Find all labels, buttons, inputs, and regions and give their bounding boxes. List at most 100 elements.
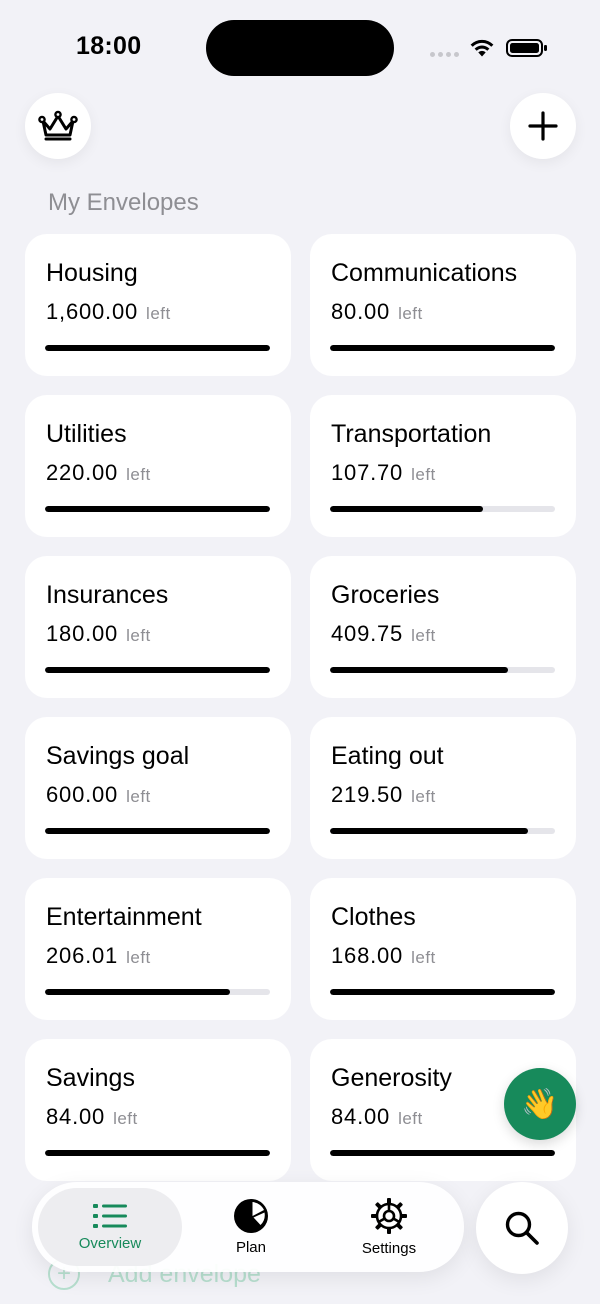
envelope-name: Savings goal: [46, 742, 190, 770]
envelope-progress-fill: [45, 506, 270, 512]
envelope-card[interactable]: Groceries 409.75 left: [310, 556, 576, 698]
tab-plan-label: Plan: [235, 1239, 266, 1256]
envelope-card[interactable]: Communications 80.00 left: [310, 234, 576, 376]
envelope-amount-row: 168.00 left: [331, 943, 555, 971]
search-button[interactable]: [476, 1182, 568, 1274]
envelope-name: Utilities: [46, 420, 127, 448]
tab-plan[interactable]: Plan: [182, 1188, 320, 1266]
envelope-amount-row: 220.00 left: [46, 460, 270, 488]
envelope-progress-fill: [45, 667, 270, 673]
pie-chart-icon: [233, 1199, 268, 1233]
envelope-amount: 80.00: [331, 299, 391, 324]
envelope-left-label: left: [411, 465, 436, 484]
envelope-amount: 409.75: [331, 621, 404, 646]
envelope-card[interactable]: Eating out 219.50 left: [310, 717, 576, 859]
envelope-left-label: left: [398, 304, 423, 323]
tab-bar: Overview Plan Settings: [32, 1182, 464, 1272]
envelope-amount: 84.00: [331, 1104, 391, 1129]
envelope-card[interactable]: Housing 1,600.00 left: [25, 234, 291, 376]
envelope-amount-row: 84.00 left: [46, 1104, 270, 1132]
envelope-progress-track: [330, 989, 555, 995]
add-button[interactable]: [510, 93, 576, 159]
envelope-progress-fill: [45, 1150, 270, 1156]
envelope-amount-row: 219.50 left: [331, 782, 555, 810]
envelope-card[interactable]: Transportation 107.70 left: [310, 395, 576, 537]
envelope-amount: 1,600.00: [46, 299, 139, 324]
envelope-progress-fill: [330, 989, 555, 995]
envelope-name: Insurances: [46, 581, 169, 609]
envelope-progress-track: [330, 828, 555, 834]
envelope-amount-row: 600.00 left: [46, 782, 270, 810]
plus-icon: [528, 111, 558, 141]
envelope-card[interactable]: Savings goal 600.00 left: [25, 717, 291, 859]
envelope-left-label: left: [411, 787, 436, 806]
envelope-name: Transportation: [331, 420, 492, 448]
envelope-left-label: left: [411, 626, 436, 645]
envelope-grid: Housing 1,600.00 left Communications 80.00 le…: [25, 234, 576, 1181]
envelope-progress-track: [45, 1150, 270, 1156]
envelope-name: Communications: [331, 259, 518, 287]
envelope-progress-fill: [45, 828, 270, 834]
cellular-signal-icon: [430, 52, 459, 57]
envelope-progress-track: [45, 828, 270, 834]
envelope-name: Eating out: [331, 742, 444, 770]
envelope-card[interactable]: Entertainment 206.01 left: [25, 878, 291, 1020]
envelope-progress-track: [330, 345, 555, 351]
tab-overview-label: Overview: [78, 1235, 142, 1252]
status-time: 18:00: [76, 32, 142, 60]
envelope-card[interactable]: Clothes 168.00 left: [310, 878, 576, 1020]
envelope-progress-track: [330, 667, 555, 673]
envelope-progress-track: [45, 345, 270, 351]
envelope-left-label: left: [113, 1109, 138, 1128]
envelope-amount: 180.00: [46, 621, 119, 646]
envelope-progress-fill: [330, 667, 508, 673]
envelope-progress-fill: [330, 1150, 555, 1156]
envelope-card[interactable]: Insurances 180.00 left: [25, 556, 291, 698]
section-title: My Envelopes: [48, 189, 199, 216]
status-bar: 18:00: [0, 0, 600, 96]
envelope-amount-row: 107.70 left: [331, 460, 555, 488]
envelope-amount-row: 1,600.00 left: [46, 299, 270, 327]
envelope-progress-fill: [330, 345, 555, 351]
envelope-name: Clothes: [331, 903, 416, 931]
envelope-amount-row: 409.75 left: [331, 621, 555, 649]
envelope-amount: 219.50: [331, 782, 404, 807]
envelope-card[interactable]: Savings 84.00 left: [25, 1039, 291, 1181]
battery-icon: [506, 39, 547, 57]
envelope-amount: 168.00: [331, 943, 404, 968]
envelope-progress-track: [45, 506, 270, 512]
envelope-progress-track: [330, 506, 555, 512]
envelope-progress-fill: [330, 828, 528, 834]
crown-icon: [38, 110, 78, 141]
envelope-amount-row: 80.00 left: [331, 299, 555, 327]
envelope-progress-track: [330, 1150, 555, 1156]
premium-button[interactable]: [25, 93, 91, 159]
envelope-left-label: left: [126, 626, 151, 645]
search-icon: [505, 1211, 539, 1245]
list-icon: [92, 1204, 127, 1228]
envelope-progress-fill: [45, 989, 230, 995]
envelope-left-label: left: [146, 304, 171, 323]
envelope-progress-fill: [330, 506, 483, 512]
envelope-progress-track: [45, 667, 270, 673]
dynamic-island: [206, 20, 394, 76]
envelope-amount: 84.00: [46, 1104, 106, 1129]
wifi-icon: [470, 39, 494, 57]
waving-hand-icon: 👋: [521, 1087, 559, 1121]
envelope-progress-fill: [45, 345, 270, 351]
envelope-name: Housing: [46, 259, 138, 287]
envelope-name: Groceries: [331, 581, 440, 609]
envelope-left-label: left: [126, 948, 151, 967]
feedback-button[interactable]: 👋: [504, 1068, 576, 1140]
envelope-left-label: left: [126, 787, 151, 806]
gear-icon: [370, 1198, 407, 1234]
envelope-left-label: left: [126, 465, 151, 484]
envelope-card[interactable]: Utilities 220.00 left: [25, 395, 291, 537]
tab-settings[interactable]: Settings: [320, 1188, 458, 1266]
envelope-amount-row: 180.00 left: [46, 621, 270, 649]
envelope-name: Entertainment: [46, 903, 202, 931]
envelope-amount: 600.00: [46, 782, 119, 807]
envelope-amount-row: 206.01 left: [46, 943, 270, 971]
tab-overview[interactable]: Overview: [38, 1188, 182, 1266]
envelope-amount: 107.70: [331, 460, 404, 485]
